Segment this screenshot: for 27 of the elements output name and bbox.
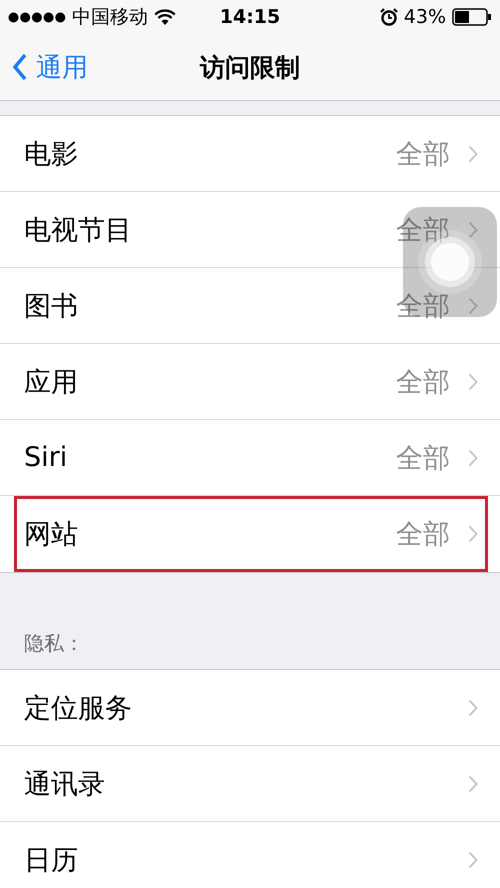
chevron-right-icon: [468, 144, 478, 162]
chevron-right-icon: [468, 851, 478, 869]
chevron-right-icon: [468, 448, 478, 466]
chevron-right-icon: [468, 525, 478, 543]
status-time: 14:15: [220, 6, 280, 28]
settings-row[interactable]: 应用 全部: [0, 344, 500, 420]
settings-row[interactable]: 电影 全部: [0, 116, 500, 192]
back-button[interactable]: 通用: [0, 50, 88, 84]
nav-title: 访问限制: [200, 52, 300, 84]
section-header: 隐私：: [24, 630, 84, 657]
chevron-right-icon: [468, 698, 478, 716]
chevron-left-icon: [12, 53, 28, 81]
chevron-right-icon: [468, 774, 478, 792]
settings-row[interactable]: 定位服务: [0, 670, 500, 746]
settings-row[interactable]: Siri 全部: [0, 420, 500, 496]
battery-icon: [452, 8, 492, 26]
settings-row[interactable]: 通讯录: [0, 746, 500, 822]
chevron-right-icon: [468, 372, 478, 390]
settings-row[interactable]: 日历: [0, 822, 500, 888]
alarm-clock-icon: [380, 8, 398, 26]
wifi-icon: [154, 9, 176, 25]
signal-icon: [8, 12, 66, 22]
carrier-name: 中国移动: [72, 5, 148, 30]
settings-row[interactable]: 网站 全部: [14, 496, 488, 572]
chevron-right-icon: [468, 296, 478, 314]
chevron-right-icon: [468, 220, 478, 238]
battery-percent: 43%: [404, 6, 446, 28]
